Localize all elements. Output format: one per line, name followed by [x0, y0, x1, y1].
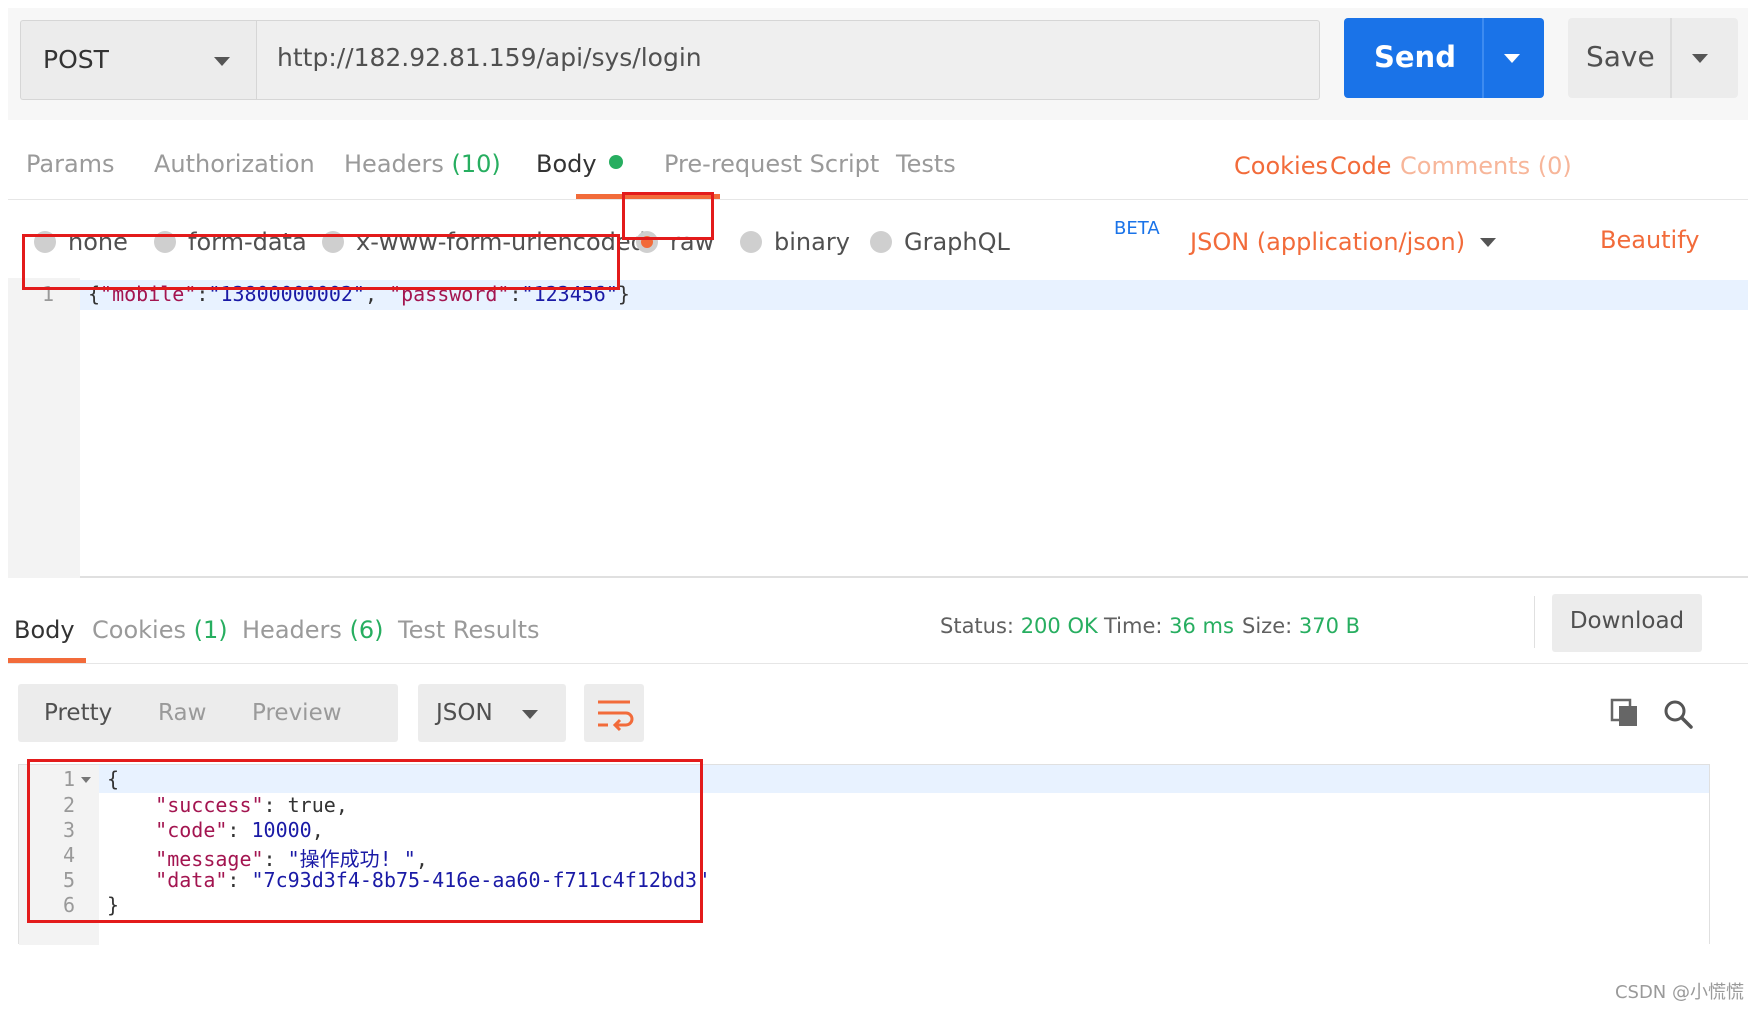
url-input[interactable]: http://182.92.81.159/api/sys/login	[256, 20, 1320, 100]
time-info: Time: 36 ms	[1104, 614, 1234, 638]
response-format-label: JSON	[436, 700, 493, 726]
tab-response-cookies-count: (1)	[193, 616, 228, 644]
beautify-link[interactable]: Beautify	[1600, 226, 1699, 254]
save-label: Save	[1586, 40, 1655, 73]
time-value: 36 ms	[1169, 614, 1234, 638]
size-info: Size: 370 B	[1242, 614, 1360, 638]
save-button[interactable]: Save	[1568, 18, 1738, 98]
response-body-viewer[interactable]: 1 2 3 4 5 6 { "success": true, "code": 1…	[18, 759, 1710, 945]
content-type-chevron-icon[interactable]	[1480, 238, 1496, 247]
radio-binary-label: binary	[774, 228, 850, 256]
copy-icon[interactable]	[1610, 698, 1640, 728]
watermark: CSDN @小慌慌	[1614, 982, 1744, 1003]
radio-binary[interactable]: binary	[740, 228, 850, 256]
tab-response-headers-count: (6)	[349, 616, 384, 644]
radio-graphql-label: GraphQL	[904, 228, 1010, 256]
tab-response-headers-label: Headers	[242, 616, 342, 644]
save-options-chevron-icon[interactable]	[1692, 54, 1708, 63]
tab-body-label: Body	[536, 150, 597, 178]
status-info: Status: 200 OK	[940, 614, 1098, 638]
send-button[interactable]: Send	[1344, 18, 1544, 98]
tab-body[interactable]: Body	[536, 150, 623, 178]
size-label: Size:	[1242, 614, 1293, 638]
method-dropdown[interactable]: POST	[20, 20, 256, 100]
search-icon[interactable]	[1662, 698, 1694, 730]
view-raw[interactable]: Raw	[158, 700, 206, 726]
tab-response-body[interactable]: Body	[14, 616, 75, 644]
method-label: POST	[43, 45, 109, 74]
send-label: Send	[1374, 40, 1456, 74]
chevron-down-icon	[522, 710, 538, 719]
tab-test-results[interactable]: Test Results	[398, 616, 540, 644]
tab-headers-label: Headers	[344, 150, 444, 178]
radio-graphql[interactable]: GraphQL	[870, 228, 1010, 256]
status-label: Status:	[940, 614, 1014, 638]
toolbar-divider	[1534, 596, 1535, 648]
highlight-box-response-body	[27, 759, 703, 923]
request-body-editor[interactable]: 1 {"mobile":"13800000002", "password":"1…	[8, 234, 1748, 578]
save-divider	[1670, 18, 1672, 98]
highlight-box-request-body	[22, 234, 620, 290]
wrap-lines-icon	[598, 700, 634, 732]
request-url-bar: POST http://182.92.81.159/api/sys/login …	[8, 8, 1748, 120]
time-label: Time:	[1104, 614, 1163, 638]
active-response-tab-indicator	[8, 658, 86, 663]
tab-response-cookies-label: Cookies	[92, 616, 186, 644]
radio-circle-icon	[740, 231, 762, 253]
response-view-toggle: Pretty Raw Preview	[18, 684, 398, 742]
response-tabs: Body Cookies (1) Headers (6) Test Result…	[8, 590, 1748, 664]
status-value: 200 OK	[1020, 614, 1098, 638]
tab-response-headers[interactable]: Headers (6)	[242, 616, 384, 644]
line-number-gutter	[8, 278, 80, 578]
size-value: 370 B	[1298, 614, 1361, 638]
download-button[interactable]: Download	[1552, 594, 1702, 652]
comments-link[interactable]: Comments (0)	[1400, 152, 1572, 180]
tab-headers-count: (10)	[451, 150, 501, 178]
send-options-chevron-icon[interactable]	[1504, 54, 1520, 63]
code-link[interactable]: Code	[1330, 152, 1391, 180]
response-format-dropdown[interactable]: JSON	[418, 684, 566, 742]
cookies-link[interactable]: Cookies	[1234, 152, 1328, 180]
view-preview[interactable]: Preview	[252, 700, 342, 726]
chevron-down-icon	[214, 57, 230, 66]
tab-response-cookies[interactable]: Cookies (1)	[92, 616, 228, 644]
beta-badge: BETA	[1114, 218, 1160, 239]
tab-authorization[interactable]: Authorization	[154, 150, 315, 178]
content-type-dropdown[interactable]: JSON (application/json)	[1190, 228, 1465, 256]
body-active-dot-icon	[608, 155, 623, 169]
wrap-lines-button[interactable]	[584, 684, 644, 742]
highlight-box-raw	[622, 192, 714, 240]
radio-circle-icon	[870, 231, 892, 253]
tab-headers[interactable]: Headers (10)	[344, 150, 501, 178]
tab-prerequest-script[interactable]: Pre-request Script	[664, 150, 879, 178]
request-tabs: Params Authorization Headers (10) Body P…	[8, 120, 1748, 200]
send-divider	[1482, 18, 1484, 98]
view-pretty[interactable]: Pretty	[44, 700, 112, 726]
tab-params[interactable]: Params	[26, 150, 115, 178]
tab-tests[interactable]: Tests	[896, 150, 956, 178]
